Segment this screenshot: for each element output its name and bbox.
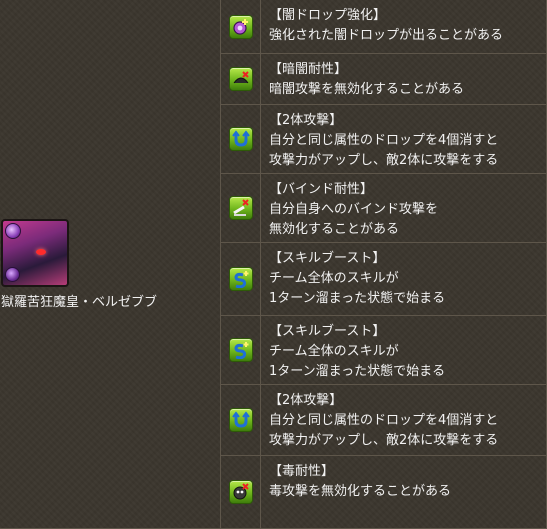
awakening-description: 【暗闇耐性】 暗闇攻撃を無効化することがある bbox=[261, 54, 547, 105]
awakening-table: 獄羅苦狂魔皇・ベルゼブブ 【闇ドロップ強化】 強化された闇ドロップが出ることがあ… bbox=[0, 0, 547, 529]
awakening-text: 毒攻撃を無効化することがある bbox=[269, 484, 452, 499]
awakening-icon-cell bbox=[221, 243, 261, 316]
awakening-icon-cell bbox=[221, 54, 261, 105]
dark-resist-icon[interactable] bbox=[228, 67, 253, 91]
skill-boost-icon[interactable] bbox=[228, 267, 253, 291]
awakening-description: 【毒耐性】 毒攻撃を無効化することがある bbox=[261, 456, 547, 529]
bind-resist-icon[interactable] bbox=[228, 196, 253, 220]
awakening-description: 【2体攻撃】 自分と同じ属性のドロップを4個消すと 攻撃力がアップし、敵2体に攻… bbox=[261, 105, 547, 174]
awakening-title: 【暗闇耐性】 bbox=[269, 62, 348, 77]
awakening-text: 1ターン溜まった状態で始まる bbox=[269, 364, 446, 379]
two-pronged-attack-icon[interactable] bbox=[228, 408, 253, 432]
awakening-text: 自分と同じ属性のドロップを4個消すと bbox=[269, 413, 499, 428]
awakening-text: 自分と同じ属性のドロップを4個消すと bbox=[269, 133, 499, 148]
monster-cell: 獄羅苦狂魔皇・ベルゼブブ bbox=[0, 0, 221, 529]
awakening-text: 自分自身へのバインド攻撃を bbox=[269, 202, 439, 217]
awakening-title: 【毒耐性】 bbox=[269, 464, 335, 479]
skill-boost-icon[interactable] bbox=[228, 338, 253, 362]
dark-subattribute-icon bbox=[5, 266, 20, 282]
awakening-description: 【スキルブースト】 チーム全体のスキルが 1ターン溜まった状態で始まる bbox=[261, 243, 547, 316]
awakening-text: 攻撃力がアップし、敵2体に攻撃をする bbox=[269, 433, 499, 448]
awakening-title: 【スキルブースト】 bbox=[269, 324, 386, 339]
awakening-text: 強化された闇ドロップが出ることがある bbox=[269, 28, 504, 43]
awakening-text: 無効化することがある bbox=[269, 222, 400, 237]
dark-attribute-icon bbox=[5, 222, 21, 239]
awakening-description: 【2体攻撃】 自分と同じ属性のドロップを4個消すと 攻撃力がアップし、敵2体に攻… bbox=[261, 385, 547, 456]
monster-name: 獄羅苦狂魔皇・ベルゼブブ bbox=[1, 294, 158, 310]
awakening-icon-cell bbox=[221, 174, 261, 243]
awakening-icon-cell bbox=[221, 105, 261, 174]
dark-orb-enhance-icon[interactable] bbox=[228, 14, 253, 39]
awakening-text: 攻撃力がアップし、敵2体に攻撃をする bbox=[269, 153, 499, 168]
awakening-title: 【闇ドロップ強化】 bbox=[269, 8, 387, 23]
awakening-text: 暗闇攻撃を無効化することがある bbox=[269, 82, 465, 97]
awakening-title: 【2体攻撃】 bbox=[269, 113, 343, 128]
awakening-text: チーム全体のスキルが bbox=[269, 344, 399, 359]
monster-eye bbox=[36, 248, 46, 255]
awakening-title: 【スキルブースト】 bbox=[269, 251, 386, 266]
awakening-text: チーム全体のスキルが bbox=[269, 271, 399, 286]
awakening-title: 【2体攻撃】 bbox=[269, 393, 343, 408]
awakening-icon-cell bbox=[221, 0, 261, 54]
two-pronged-attack-icon[interactable] bbox=[228, 127, 253, 151]
awakening-description: 【スキルブースト】 チーム全体のスキルが 1ターン溜まった状態で始まる bbox=[261, 316, 547, 385]
monster-portrait[interactable] bbox=[1, 218, 69, 287]
awakening-title: 【バインド耐性】 bbox=[269, 182, 374, 197]
awakening-description: 【闇ドロップ強化】 強化された闇ドロップが出ることがある bbox=[261, 0, 547, 54]
poison-resist-icon[interactable] bbox=[228, 480, 253, 504]
awakening-description: 【バインド耐性】 自分自身へのバインド攻撃を 無効化することがある bbox=[261, 174, 547, 243]
awakening-text: 1ターン溜まった状態で始まる bbox=[269, 291, 446, 306]
awakening-icon-cell bbox=[221, 456, 261, 529]
awakening-icon-cell bbox=[221, 385, 261, 456]
awakening-icon-cell bbox=[221, 316, 261, 385]
